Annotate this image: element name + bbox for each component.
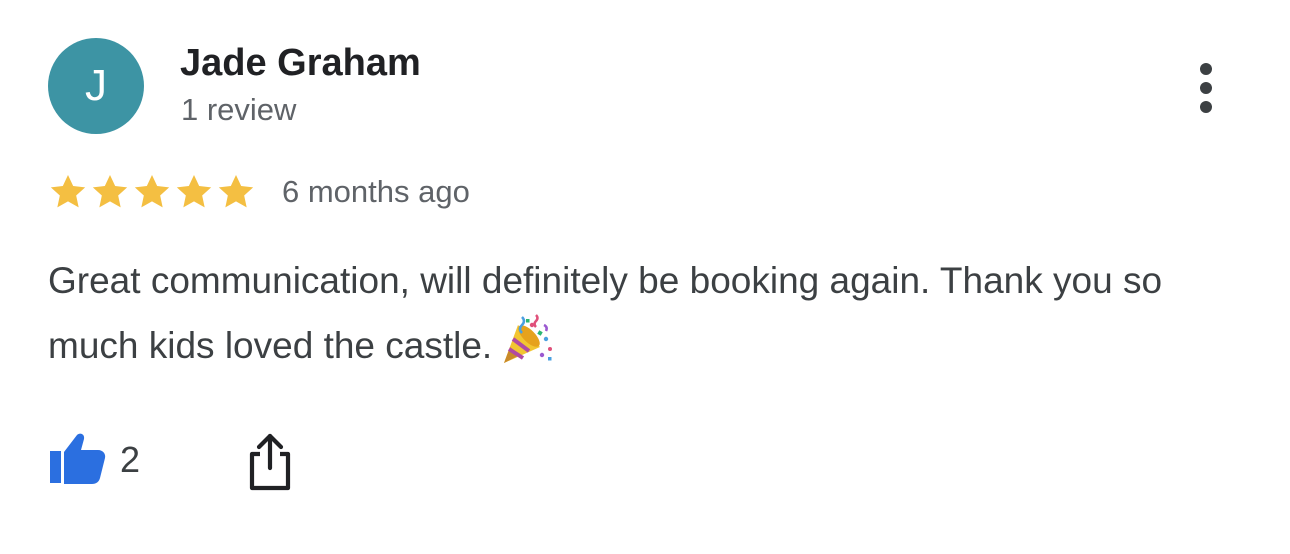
share-icon[interactable]: [246, 432, 294, 492]
reviewer-name[interactable]: Jade Graham: [180, 42, 421, 85]
review-text: Great communication, will definitely be …: [48, 250, 1228, 385]
star-icon: [134, 175, 170, 208]
thumbs-up-icon: [48, 431, 106, 490]
like-button[interactable]: 2: [48, 432, 140, 488]
party-popper-icon: [498, 311, 554, 385]
review-card: J Jade Graham 1 review 6 months ago Grea…: [0, 0, 1290, 554]
like-count: 2: [120, 439, 141, 480]
avatar-initial: J: [85, 61, 107, 110]
review-body: Great communication, will definitely be …: [48, 260, 1163, 366]
star-rating: [48, 172, 256, 212]
star-icon: [50, 175, 86, 208]
review-date: 6 months ago: [282, 174, 470, 209]
star-icon: [92, 175, 128, 208]
rating-row: 6 months ago: [48, 170, 470, 214]
avatar[interactable]: J: [48, 38, 144, 134]
star-icon: [218, 175, 254, 208]
more-vertical-icon[interactable]: [1184, 58, 1228, 118]
review-count: 1 review: [181, 92, 297, 127]
star-icon: [176, 175, 212, 208]
